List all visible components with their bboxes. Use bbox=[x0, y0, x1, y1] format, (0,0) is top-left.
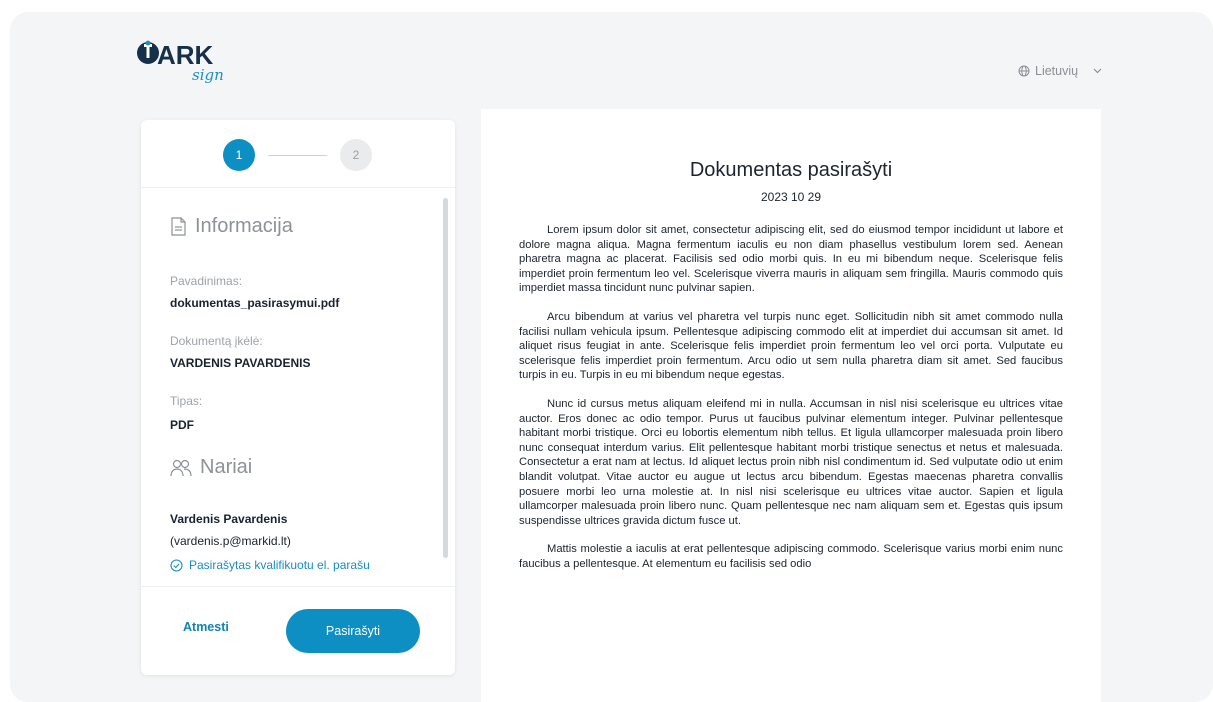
panel-scrollbar[interactable] bbox=[443, 198, 448, 558]
document-body: Lorem ipsum dolor sit amet, consectetur … bbox=[519, 223, 1063, 585]
sign-button[interactable]: Pasirašyti bbox=[286, 609, 420, 653]
uploader-value: VARDENIS PAVARDENIS bbox=[170, 356, 311, 370]
members-section-header: Nariai bbox=[170, 456, 252, 479]
app-frame: ARK sign Lietuvių 1 2 Informacija Pavadi… bbox=[10, 12, 1213, 702]
document-preview[interactable]: Dokumentas pasirašyti 2023 10 29 Lorem i… bbox=[481, 109, 1101, 702]
document-paragraph: Arcu bibendum at varius vel pharetra vel… bbox=[519, 310, 1063, 382]
members-title: Nariai bbox=[200, 456, 253, 478]
reject-button[interactable]: Atmesti bbox=[183, 620, 229, 634]
logo-subtext: sign bbox=[192, 66, 224, 84]
step-2-indicator: 2 bbox=[340, 139, 372, 171]
mark-sign-logo[interactable]: ARK sign bbox=[137, 38, 247, 104]
info-section-header: Informacija bbox=[170, 215, 293, 238]
member-status-text: Pasirašytas kvalifikuotu el. parašu bbox=[189, 558, 370, 572]
info-title: Informacija bbox=[195, 215, 293, 237]
document-icon bbox=[171, 217, 186, 236]
info-scroll-area[interactable]: Informacija Pavadinimas: dokumentas_pasi… bbox=[141, 188, 455, 586]
name-label: Pavadinimas: bbox=[170, 274, 243, 288]
member-signed-status: Pasirašytas kvalifikuotu el. parašu bbox=[170, 558, 370, 572]
member-email: (vardenis.p@markid.lt) bbox=[170, 534, 291, 548]
document-date: 2023 10 29 bbox=[760, 190, 822, 204]
document-title: Dokumentas pasirašyti bbox=[689, 159, 893, 181]
check-circle-icon bbox=[170, 558, 183, 572]
stepper-connector bbox=[268, 155, 327, 156]
member-name: Vardenis Pavardenis bbox=[170, 512, 288, 526]
document-paragraph: Mattis molestie a iaculis at erat pellen… bbox=[519, 543, 1063, 570]
language-selector[interactable]: Lietuvių bbox=[1018, 64, 1102, 78]
language-label: Lietuvių bbox=[1035, 64, 1079, 78]
step-1-indicator: 1 bbox=[223, 139, 255, 171]
users-icon bbox=[170, 459, 192, 476]
document-paragraph: Nunc id cursus metus aliquam eleifend mi… bbox=[519, 397, 1063, 527]
panel-actions: Atmesti Pasirašyti bbox=[141, 586, 455, 675]
type-label: Tipas: bbox=[170, 394, 203, 408]
name-value: dokumentas_pasirasymui.pdf bbox=[170, 296, 340, 310]
document-paragraph: Lorem ipsum dolor sit amet, consectetur … bbox=[519, 224, 1063, 295]
document-info-panel: 1 2 Informacija Pavadinimas: dokumentas_… bbox=[141, 120, 455, 675]
uploader-label: Dokumentą įkėlė: bbox=[170, 334, 263, 348]
globe-icon bbox=[1018, 65, 1030, 77]
stepper: 1 2 bbox=[141, 120, 455, 188]
chevron-down-icon bbox=[1093, 68, 1102, 74]
type-value: PDF bbox=[170, 418, 194, 432]
